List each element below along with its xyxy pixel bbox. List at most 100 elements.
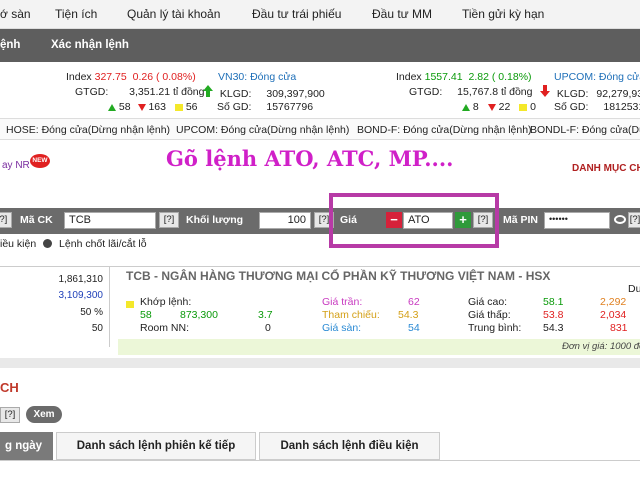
status-hose: HOSE: Đóng cửa(Dừng nhận lệnh) [6,124,171,136]
khoi-luong-input[interactable]: 100 [259,212,311,229]
section-help-button[interactable]: [?] [0,407,20,423]
top-menu: ớ sàn Tiện ích Quản lý tài khoản Đầu tư … [0,0,640,29]
stock-title: TCB - NGÂN HÀNG THƯƠNG MẠI CỔ PHẦN KỸ TH… [126,269,551,283]
hnx-index-label: Index [396,71,422,83]
gia-san-label: Giá sàn: [322,322,362,334]
upcom-sogd-value: 1812531 [603,101,640,113]
vn30-klgd-value: 309,397,900 [266,88,325,100]
gia-thap-value: 53.8 [543,309,564,321]
hose-index-pct: ( 0.08%) [156,71,196,83]
khop-change: 3.7 [258,309,273,321]
gia-san-value: 54 [408,322,420,334]
room-nn-value: 0 [265,322,271,334]
summary-value: 50 % [80,307,103,318]
status-bondl-f: BONDL-F: Đóng cửa(Dừn [530,124,640,136]
menu-item-quan-ly-tai-khoan[interactable]: Quản lý tài khoản [127,7,220,21]
tab-lenh-trong-ngay[interactable]: g ngày [0,432,53,460]
radio-icon[interactable] [43,239,53,248]
gia-thap-label: Giá thấp: [468,309,511,321]
hnx-index-pct: ( 0.18%) [491,71,532,83]
menu-item-tien-ich[interactable]: Tiện ích [55,7,97,21]
hnx-up-count: 8 [472,101,479,113]
unchanged-icon [519,104,528,111]
market-status-bar: HOSE: Đóng cửa(Dừng nhận lệnh) UPCOM: Đó… [0,118,640,140]
trung-binh-label: Trung bình: [468,322,522,334]
upcom-sogd-label: Số GD: [554,101,589,113]
upcom-label: UPCOM: Đóng cửa [554,71,640,83]
tham-chieu-label: Tham chiếu: [322,309,380,321]
upcom-panel: UPCOM: Đóng cửa KLGD: 92,279,93 Số GD: 1… [538,67,640,117]
stock-info-panel: 1,861,310 3,109,300 50 % 50 TCB - NGÂN H… [0,266,640,355]
hnx-gtgd-value: 15,767.8 tỉ đồng [457,86,533,98]
gia-cao-label: Giá cao: [468,296,508,308]
summary-value: 50 [91,323,103,334]
hose-index-value: 327.75 [94,71,127,83]
gia-thap-extra: 2,034 [600,309,627,321]
hose-index-panel: Index 327.75 0.26 ( 0.08%) GTGD: 3,351.2… [0,67,210,117]
hose-gtgd-label: GTGD: [75,86,109,98]
menu-item-dau-tu-trai-phieu[interactable]: Đầu tư trái phiếu [252,7,341,21]
upcom-klgd-label: KLGD: [556,88,589,100]
hnx-gtgd-label: GTGD: [409,86,443,98]
tab-lenh-phien-ke-tiep[interactable]: Danh sách lệnh phiên kế tiếp [56,432,256,460]
subnav-xac-nhan-lenh[interactable]: Xác nhận lệnh [51,39,129,51]
price-unit-text: Đơn vị giá: 1000 đồng - [562,341,640,352]
trung-binh-value: 54.3 [543,322,564,334]
new-badge: NEW [30,154,50,168]
upcom-klgd-value: 92,279,93 [596,88,640,100]
gia-tran-value: 62 [408,296,420,308]
radio-chot-lai-cat-lo-label[interactable]: Lệnh chốt lãi/cắt lỗ [59,238,147,250]
khop-lenh-label: Khớp lệnh: [140,296,192,308]
hose-index-label: Index [66,71,92,83]
status-bond-f: BOND-F: Đóng cửa(Dừng nhận lệnh) [357,124,532,136]
eye-icon[interactable] [614,215,626,224]
vn30-label: VN30: Đóng cửa [218,71,297,83]
subnav-dat-lenh[interactable]: ệnh [0,39,20,51]
section-title: CH [0,380,19,395]
hose-gtgd-value: 3,351.21 tỉ đồng [129,86,205,98]
hose-index-change: 0.26 [132,71,154,83]
ma-ck-label: Mã CK [20,214,53,226]
price-unit-note: Đơn vị giá: 1000 đồng - [118,339,640,355]
du-label: Du [628,283,640,295]
decline-icon [487,104,496,111]
radio-dieu-kien-label[interactable]: iều kiện [0,238,36,250]
order-form-bar: [?] Mã CK TCB [?] Khối lượng 100 [?] Giá… [0,208,640,234]
menu-item-tien-gui-ky-han[interactable]: Tiền gửi kỳ hạn [462,7,544,21]
help-button[interactable]: [?] [0,212,12,228]
vn30-panel: VN30: Đóng cửa KLGD: 309,397,900 Số GD: … [200,67,380,117]
trung-binh-extra: 831 [610,322,628,334]
price-field-highlight [329,193,499,248]
sub-menu: ệnh Xác nhận lệnh [0,29,640,62]
hnx-index-value: 1557.41 [424,71,463,83]
advance-icon [462,104,470,111]
menu-item-dau-tu-mm[interactable]: Đầu tư MM [372,7,432,21]
danh-muc-link[interactable]: DANH MỤC CH [572,163,640,174]
decline-icon [137,104,146,111]
pin-help-button[interactable]: [?] [628,212,640,228]
gia-cao-value: 58.1 [543,296,564,308]
match-indicator-icon [126,301,134,308]
tab-lenh-dieu-kien[interactable]: Danh sách lệnh điều kiện [259,432,440,460]
xem-button[interactable]: Xem [26,406,62,423]
section-divider [0,358,640,368]
status-upcom: UPCOM: Đóng cửa(Dừng nhận lệnh) [176,124,350,136]
ma-pin-input[interactable]: •••••• [544,212,610,229]
gia-cao-extra: 2,292 [600,296,627,308]
advance-icon [108,104,116,111]
ma-pin-label: Mã PIN [503,214,539,226]
summary-value: 3,109,300 [58,290,104,301]
promo-text[interactable]: ay NR [2,160,30,171]
hose-up-count: 58 [118,101,131,113]
headline: Gõ lệnh ATO, ATC, MP.... [166,146,454,171]
hnx-flat-count: 0 [530,101,536,113]
unchanged-icon [174,104,183,111]
hose-flat-count: 56 [185,101,198,113]
order-type-options: iều kiện Lệnh chốt lãi/cắt lỗ [0,238,147,250]
tab-content-area [0,460,640,480]
ma-ck-input[interactable]: TCB [64,212,156,229]
ma-ck-help-button[interactable]: [?] [159,212,179,228]
hnx-index-panel: Index 1557.41 2.82 ( 0.18%) GTGD: 15,767… [390,67,540,117]
vn30-sogd-label: Số GD: [217,101,252,113]
menu-item-san[interactable]: ớ sàn [0,7,31,21]
